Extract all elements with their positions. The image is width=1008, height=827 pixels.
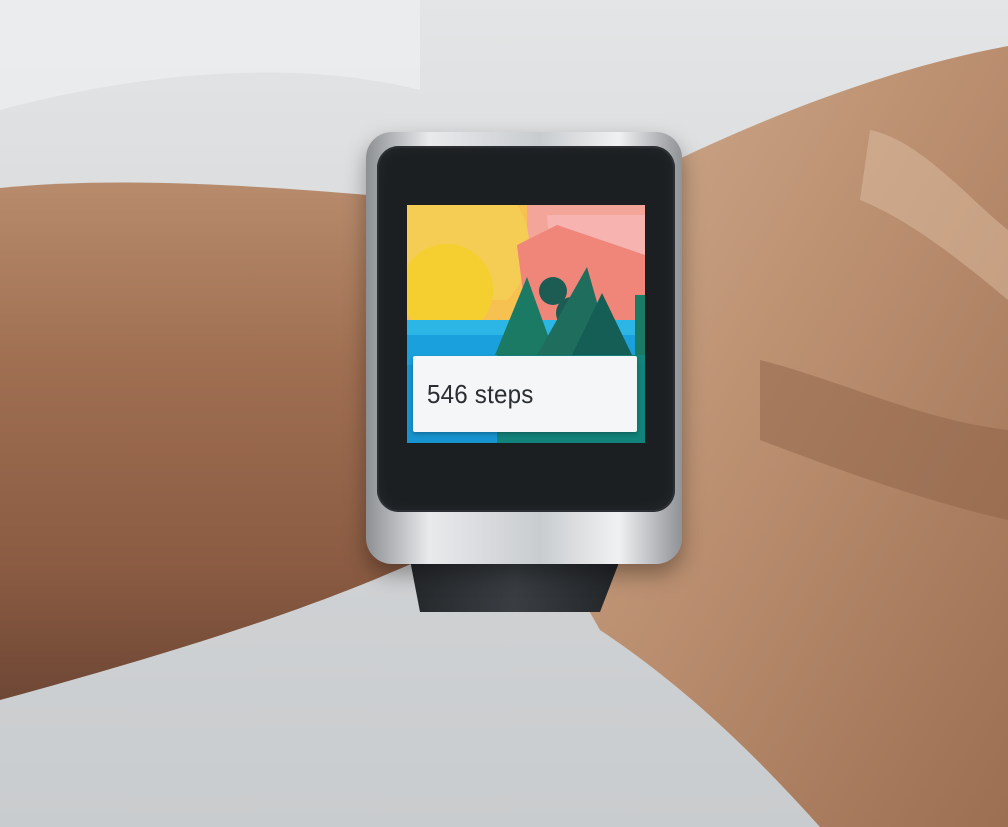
step-count-label: 546 steps (427, 378, 534, 409)
watch-strap-bottom (410, 560, 620, 612)
watch-screen[interactable]: 546 steps (407, 205, 645, 443)
step-count-card[interactable]: 546 steps (413, 356, 637, 432)
